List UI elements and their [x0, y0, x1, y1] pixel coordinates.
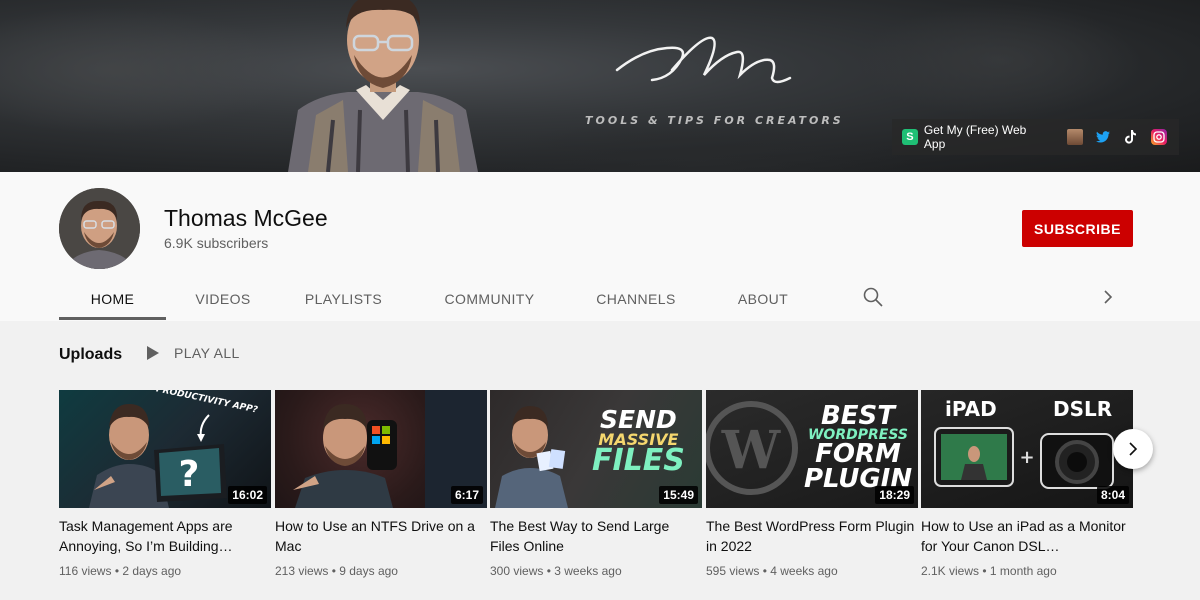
video-duration: 6:17: [450, 486, 483, 504]
thumbnail-text: iPAD: [945, 397, 997, 421]
thumbnail-text: BEST WORDPRESS FORM PLUGIN: [804, 401, 912, 491]
video-thumbnail[interactable]: ? PRODUCTIVITY APP? 16:02: [59, 390, 271, 508]
signature-logo: [615, 36, 792, 84]
thumbnail-text-line: SEND: [600, 405, 677, 434]
subscriber-count: 6.9K subscribers: [164, 235, 269, 251]
video-meta: 116 views • 2 days ago: [59, 564, 182, 578]
thumbnail-text-line: FILES: [592, 442, 685, 478]
svg-text:W: W: [721, 420, 782, 481]
video-meta: 300 views • 3 weeks ago: [490, 564, 622, 578]
video-views: 300 views: [490, 564, 544, 578]
tiktok-icon[interactable]: [1123, 129, 1139, 145]
video-views: 116 views: [59, 564, 112, 578]
video-age: 4 weeks ago: [770, 564, 838, 578]
instagram-icon[interactable]: [1151, 129, 1168, 145]
video-title[interactable]: The Best Way to Send Large Files Online: [490, 516, 702, 556]
chevron-right-icon: [1129, 442, 1138, 456]
video-duration: 15:49: [659, 486, 698, 504]
video-views: 2.1K views: [921, 564, 980, 578]
video-duration: 18:29: [875, 486, 914, 504]
banner-person-image: [288, 0, 478, 172]
banner-links: S Get My (Free) Web App: [892, 119, 1179, 155]
video-age: 9 days ago: [339, 564, 398, 578]
web-app-icon[interactable]: S: [902, 129, 918, 145]
video-age: 1 month ago: [989, 564, 1057, 578]
video-title[interactable]: How to Use an NTFS Drive on a Mac: [275, 516, 487, 556]
tab-channels[interactable]: CHANNELS: [572, 278, 700, 320]
video-meta: 213 views • 9 days ago: [275, 564, 398, 578]
channel-tabs: HOME VIDEOS PLAYLISTS COMMUNITY CHANNELS…: [59, 278, 826, 320]
video-thumbnail[interactable]: SEND MASSIVE FILES 15:49: [490, 390, 702, 508]
tab-home[interactable]: HOME: [59, 278, 166, 320]
uploads-section: Uploads PLAY ALL ? PRODUCTIVITY APP? 16:…: [0, 321, 1200, 600]
video-card[interactable]: 6:17 How to Use an NTFS Drive on a Mac 2…: [275, 390, 487, 578]
video-title[interactable]: How to Use an iPad as a Monitor for Your…: [921, 516, 1133, 556]
subscribe-button[interactable]: SUBSCRIBE: [1022, 210, 1133, 247]
thumbnail-text: DSLR: [1053, 397, 1113, 421]
uploads-title[interactable]: Uploads: [59, 346, 122, 364]
channel-header: Thomas McGee 6.9K subscribers SUBSCRIBE …: [0, 172, 1200, 321]
video-card[interactable]: ? PRODUCTIVITY APP? 16:02 Task Managemen…: [59, 390, 271, 578]
twitter-icon[interactable]: [1095, 129, 1111, 145]
video-card[interactable]: W BEST WORDPRESS FORM PLUGIN 18:29 The B…: [706, 390, 918, 578]
video-meta: 595 views • 4 weeks ago: [706, 564, 838, 578]
video-views: 213 views: [275, 564, 329, 578]
video-title[interactable]: The Best WordPress Form Plugin in 2022: [706, 516, 918, 556]
tab-about[interactable]: ABOUT: [700, 278, 826, 320]
play-icon: [147, 346, 159, 360]
thumbnail-text: SEND MASSIVE FILES: [592, 405, 685, 478]
tab-playlists[interactable]: PLAYLISTS: [280, 278, 407, 320]
video-thumbnail[interactable]: W BEST WORDPRESS FORM PLUGIN 18:29: [706, 390, 918, 508]
video-age: 3 weeks ago: [554, 564, 622, 578]
svg-text:+: +: [1019, 447, 1034, 468]
channel-banner: TOOLS & TIPS FOR CREATORS S Get My (Free…: [0, 0, 1200, 172]
banner-tagline: TOOLS & TIPS FOR CREATORS: [585, 114, 844, 127]
person-icon[interactable]: [1067, 129, 1084, 145]
thumbnail-text-line: BEST: [820, 401, 896, 431]
video-views: 595 views: [706, 564, 760, 578]
video-thumbnail[interactable]: 6:17: [275, 390, 487, 508]
channel-name: Thomas McGee: [164, 205, 328, 231]
video-age: 2 days ago: [122, 564, 182, 578]
search-icon[interactable]: [862, 286, 884, 308]
play-all-label: PLAY ALL: [174, 345, 240, 361]
thumbnail-text-line: FORM: [815, 438, 901, 469]
chevron-right-icon[interactable]: [1100, 288, 1116, 306]
video-meta: 2.1K views • 1 month ago: [921, 564, 1057, 578]
svg-text:?: ?: [179, 454, 200, 495]
video-title[interactable]: Task Management Apps are Annoying, So I’…: [59, 516, 271, 556]
video-thumbnail[interactable]: + iPAD DSLR 8:04: [921, 390, 1133, 508]
video-card[interactable]: + iPAD DSLR 8:04 How to Use an iPad as a…: [921, 390, 1133, 578]
video-duration: 8:04: [1096, 486, 1129, 504]
play-all-button[interactable]: PLAY ALL: [146, 345, 240, 361]
video-duration: 16:02: [228, 486, 267, 504]
tab-videos[interactable]: VIDEOS: [166, 278, 280, 320]
carousel-next-button[interactable]: [1113, 429, 1153, 469]
web-app-link[interactable]: Get My (Free) Web App: [924, 123, 1050, 151]
video-card[interactable]: SEND MASSIVE FILES 15:49 The Best Way to…: [490, 390, 702, 578]
channel-avatar[interactable]: [59, 188, 140, 269]
tab-community[interactable]: COMMUNITY: [407, 278, 572, 320]
